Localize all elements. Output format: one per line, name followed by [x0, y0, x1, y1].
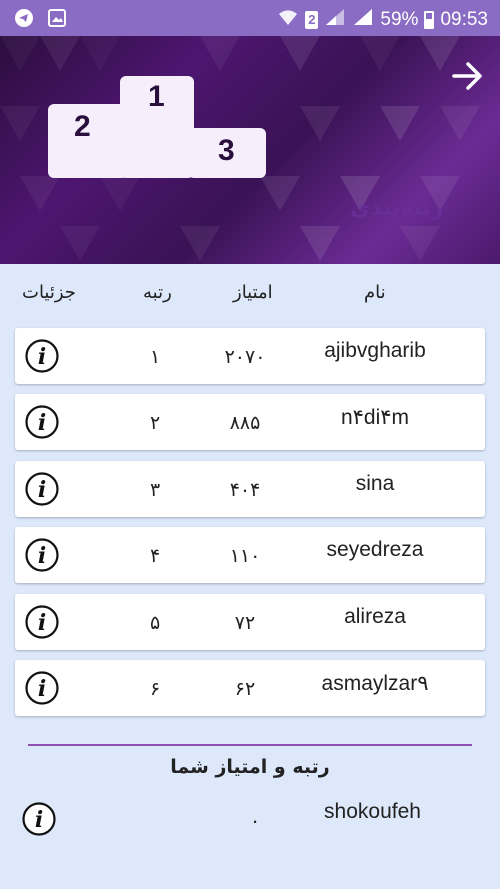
column-header-score: امتیاز	[233, 282, 273, 303]
image-icon	[48, 9, 66, 31]
svg-text:i: i	[38, 410, 46, 436]
column-header-rank: رتبه	[143, 282, 172, 303]
svg-text:i: i	[35, 807, 43, 833]
rank-value: ۴	[150, 545, 161, 567]
rank-value: ۵	[150, 612, 161, 634]
rank-value: ۱	[150, 346, 161, 368]
svg-text:i: i	[38, 610, 46, 636]
leaderboard-row: i ۵ ۷۲ alireza	[15, 594, 485, 650]
score-value: ۶۲	[234, 678, 256, 700]
telegram-icon	[14, 8, 34, 32]
player-name: n۴di۴m	[340, 406, 410, 429]
player-name: sina	[355, 472, 395, 495]
wifi-icon	[277, 7, 299, 33]
rank-value: ۲	[150, 412, 161, 434]
your-rank-title: رتبه و امتیاز شما	[170, 756, 330, 778]
leaderboard-row: i ۴ ۱۱۰ seyedreza	[15, 527, 485, 583]
score-value: ۱۱۰	[229, 545, 261, 567]
section-divider	[28, 744, 472, 746]
clock: 09:53	[440, 9, 488, 30]
signal-icon	[352, 7, 374, 33]
column-header-name: نام	[364, 282, 386, 303]
score-value: ۴۰۴	[229, 479, 261, 501]
info-icon[interactable]: i	[25, 538, 59, 572]
arrow-right-icon[interactable]	[450, 58, 486, 94]
svg-text:i: i	[38, 477, 46, 503]
player-name: ajibvgharib	[324, 339, 426, 362]
player-name: seyedreza	[326, 538, 424, 561]
leaderboard-row: i ۲ ۸۸۵ n۴di۴m	[15, 394, 485, 450]
sim-slot-badge: 2	[305, 11, 319, 29]
podium-second-label: 2	[74, 110, 91, 143]
info-icon[interactable]: i	[25, 405, 59, 439]
info-icon[interactable]: i	[25, 671, 59, 705]
battery-percent: 59%	[380, 9, 419, 30]
score-value: ۲۰۷۰	[224, 346, 266, 368]
rank-value: ۳	[150, 479, 161, 501]
info-icon[interactable]: i	[25, 339, 59, 373]
your-score-value: ۰	[250, 810, 261, 832]
info-icon[interactable]: i	[25, 605, 59, 639]
podium-illustration: 1 2 3	[48, 76, 266, 178]
signal-icon	[324, 7, 346, 33]
battery-icon	[424, 11, 435, 29]
score-value: ۸۸۵	[229, 412, 261, 434]
svg-text:i: i	[38, 543, 46, 569]
leaderboard-row: i ۱ ۲۰۷۰ ajibvgharib	[15, 328, 485, 384]
svg-text:i: i	[38, 344, 46, 370]
page-title: رتبه‌بندی	[350, 196, 444, 221]
leaderboard-row: i ۶ ۶۲ asmaylzar۹	[15, 660, 485, 716]
header-banner: 1 2 3 رتبه‌بندی	[0, 36, 500, 264]
info-icon[interactable]: i	[22, 802, 56, 836]
svg-text:i: i	[38, 676, 46, 702]
leaderboard-row: i ۳ ۴۰۴ sina	[15, 461, 485, 517]
player-name: alireza	[344, 605, 406, 628]
info-icon[interactable]: i	[25, 472, 59, 506]
podium-third-label: 3	[218, 134, 235, 167]
score-value: ۷۲	[234, 612, 256, 634]
status-bar: 2 59% 09:53	[0, 0, 500, 36]
rank-value: ۶	[150, 678, 161, 700]
column-header-details: جزئیات	[22, 282, 76, 303]
player-name: asmaylzar۹	[321, 672, 429, 695]
podium-first-label: 1	[148, 80, 165, 113]
your-player-name: shokoufeh	[324, 800, 421, 823]
